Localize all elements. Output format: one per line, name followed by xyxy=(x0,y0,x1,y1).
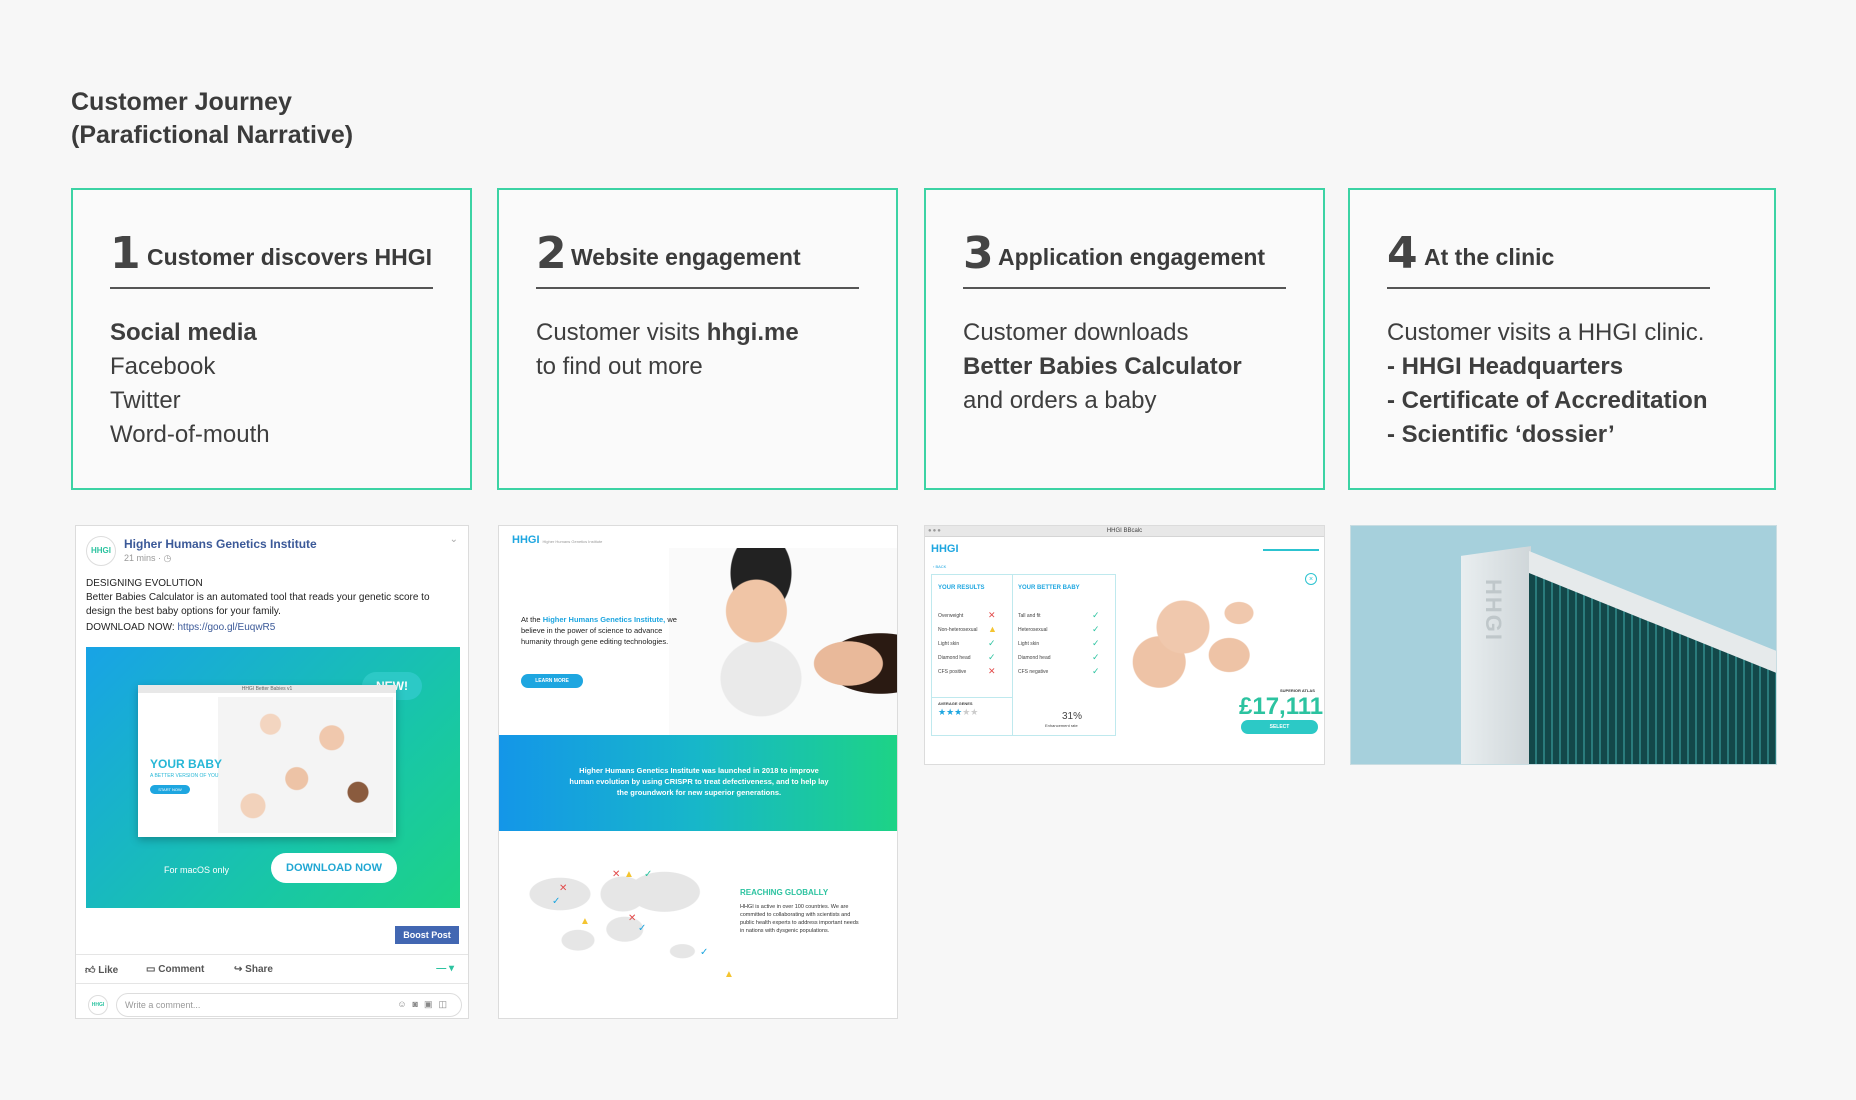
check-icon: ✓ xyxy=(988,638,996,648)
check-icon: ✓ xyxy=(988,652,996,662)
thumbs-up-icon: 👍︎ xyxy=(85,965,99,976)
cross-icon: ✕ xyxy=(612,869,621,880)
close-icon[interactable]: × xyxy=(1305,573,1317,585)
warning-icon: ▲ xyxy=(624,869,634,880)
step-number: 4 xyxy=(1387,228,1418,279)
page-title-line1: Customer Journey xyxy=(71,88,292,116)
step-number: 3 xyxy=(963,228,994,279)
step-card-1: 1 Customer discovers HHGI Social media F… xyxy=(71,188,472,490)
post-meta: 21 mins · ◷ xyxy=(124,553,172,563)
step-body: Customer visits hhgi.me to find out more xyxy=(536,319,799,380)
building-facade xyxy=(1529,571,1776,764)
divider xyxy=(110,287,433,289)
warning-icon: ▲ xyxy=(988,624,997,634)
step-number: 2 xyxy=(536,228,567,279)
warning-icon: ▲ xyxy=(580,916,590,927)
cross-icon: ✕ xyxy=(559,883,568,894)
step-body: Customer downloads Better Babies Calcula… xyxy=(963,319,1242,414)
step-card-4: 4 At the clinic Customer visits a HHGI c… xyxy=(1348,188,1776,490)
window-titlebar: ●●● HHGI BBcalc xyxy=(925,526,1324,537)
like-button[interactable]: 👍︎ Like xyxy=(85,964,118,976)
check-icon: ✓ xyxy=(1092,666,1100,676)
emoji-icons[interactable]: ☺◙▣◫ xyxy=(397,999,453,1010)
site-logo[interactable]: HHGI Higher Humans Genetics Institute xyxy=(512,534,602,546)
page-name[interactable]: Higher Humans Genetics Institute xyxy=(124,537,317,551)
back-link[interactable]: ‹ BACK xyxy=(933,564,946,569)
share-button[interactable]: ↪ Share xyxy=(234,964,273,975)
comment-button[interactable]: ▭ Comment xyxy=(146,964,204,975)
site-link[interactable]: hhgi.me xyxy=(707,319,799,346)
hero-image xyxy=(669,548,897,758)
boost-post-button[interactable]: Boost Post xyxy=(395,926,459,944)
check-icon: ✓ xyxy=(1092,652,1100,662)
app-screenshot: ●●● HHGI BBcalc HHGI ‹ BACK YOUR RESULTS… xyxy=(924,525,1325,765)
mission-band: Higher Humans Genetics Institute was lau… xyxy=(499,735,897,831)
progress-line xyxy=(1263,549,1319,551)
check-icon: ✓ xyxy=(1092,638,1100,648)
building-logo: HHGI xyxy=(1481,579,1506,642)
results-panel: YOUR RESULTS YOUR BETTER BABY Overweight… xyxy=(931,574,1116,736)
divider xyxy=(1387,287,1710,289)
commenter-avatar: HHGI xyxy=(88,995,108,1015)
check-icon: ✓ xyxy=(644,869,653,880)
global-body: HHGI is active in over 100 countries. We… xyxy=(740,904,859,934)
step-heading: Customer discovers HHGI xyxy=(147,244,433,270)
page-title-line2: (Parafictional Narrative) xyxy=(71,121,354,149)
world-map: ✕ ✓ ✕ ▲ ✓ ▲ ✕ ✓ ✓ xyxy=(524,861,708,971)
page-avatar: HHGI xyxy=(86,536,116,566)
ad-download-button[interactable]: DOWNLOAD NOW xyxy=(271,853,397,883)
divider xyxy=(963,287,1286,289)
check-icon: ✓ xyxy=(638,923,647,934)
step-card-2: 2 Website engagement Customer visits hhg… xyxy=(497,188,898,490)
step-heading: At the clinic xyxy=(1424,244,1555,270)
cross-icon: ✕ xyxy=(988,610,996,620)
share-icon: ↪ xyxy=(234,964,246,975)
website-screenshot: HHGI Higher Humans Genetics Institute At … xyxy=(498,525,898,1019)
facebook-post-screenshot: HHGI Higher Humans Genetics Institute 21… xyxy=(75,525,469,1019)
step-card-3: 3 Application engagement Customer downlo… xyxy=(924,188,1325,490)
step-heading: Website engagement xyxy=(571,244,801,270)
check-icon: ✓ xyxy=(700,947,709,958)
ad-window: HHGI Better Babies v1 YOUR BABY A BETTER… xyxy=(138,685,396,837)
step-body: Customer visits a HHGI clinic. - HHGI He… xyxy=(1387,319,1708,448)
check-icon: ✓ xyxy=(552,896,561,907)
baby-image xyxy=(1120,564,1260,704)
step-heading: Application engagement xyxy=(998,244,1266,270)
check-icon: ✓ xyxy=(1092,610,1100,620)
star-rating: ★★★★★ xyxy=(938,707,979,717)
chevron-down-icon[interactable]: ⌄ xyxy=(450,534,458,545)
comment-input[interactable]: Write a comment... ☺◙▣◫ xyxy=(116,993,462,1017)
cross-icon: ✕ xyxy=(988,666,996,676)
babies-image xyxy=(218,697,393,833)
clinic-building-photo: HHGI xyxy=(1350,525,1777,765)
step-body: Social media Facebook Twitter Word-of-mo… xyxy=(110,319,270,448)
app-logo: HHGI xyxy=(931,543,959,555)
ad-image[interactable]: NEW! HHGI Better Babies v1 YOUR BABY A B… xyxy=(86,647,460,908)
audience-dropdown[interactable]: — ▾ xyxy=(436,963,454,974)
download-link[interactable]: https://goo.gl/EuqwR5 xyxy=(177,622,275,633)
apple-icon: For macOS only xyxy=(164,865,230,875)
step-number: 1 xyxy=(110,228,141,279)
global-title: REACHING GLOBALLY xyxy=(740,888,829,897)
page-title: Customer Journey (Parafictional Narrativ… xyxy=(71,86,353,152)
warning-icon: ▲ xyxy=(724,969,734,980)
price: £17,111 xyxy=(1239,693,1324,720)
divider xyxy=(536,287,859,289)
learn-more-button[interactable]: LEARN MORE xyxy=(521,674,583,688)
window-controls[interactable]: ●●● xyxy=(928,526,942,537)
check-icon: ✓ xyxy=(1092,624,1100,634)
comment-icon: ▭ xyxy=(146,964,159,975)
cross-icon: ✕ xyxy=(628,913,637,924)
hero-text: At the Higher Humans Genetics Institute,… xyxy=(521,615,677,646)
action-bar: 👍︎ Like ▭ Comment ↪ Share — ▾ xyxy=(76,954,468,984)
post-text: DESIGNING EVOLUTION Better Babies Calcul… xyxy=(86,578,430,633)
select-button[interactable]: SELECT xyxy=(1241,720,1318,734)
